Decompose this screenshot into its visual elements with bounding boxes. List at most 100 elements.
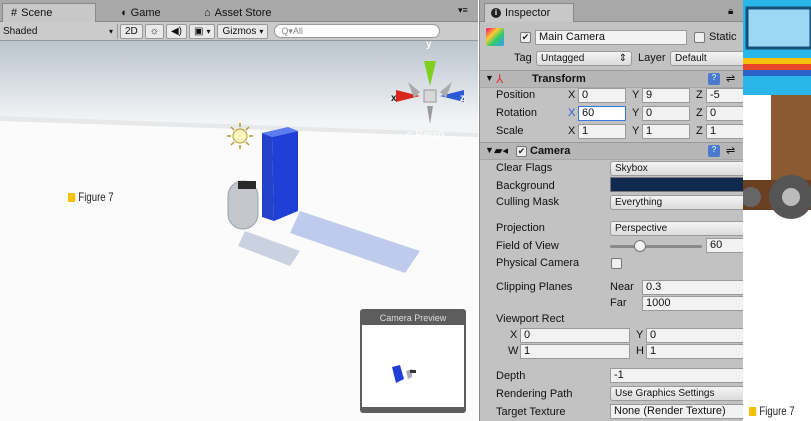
y-axis-label: Y xyxy=(632,107,640,119)
scale-z-field[interactable]: 1 xyxy=(706,124,743,139)
hash-icon: # xyxy=(11,7,18,19)
culling-mask-label: Culling Mask xyxy=(496,196,559,208)
gizmos-dropdown[interactable]: Gizmos ▾ xyxy=(217,23,269,39)
foldout-arrow-icon[interactable]: ▼ xyxy=(485,145,494,155)
figure-illustration: Figure 7 xyxy=(743,0,811,421)
cube-icon xyxy=(486,28,504,46)
lock-icon[interactable]: 🔒︎ xyxy=(728,6,733,17)
projection-dropdown[interactable]: Perspective xyxy=(610,221,743,236)
rendering-path-label: Rendering Path xyxy=(496,388,573,400)
position-label: Position xyxy=(496,89,536,101)
layer-dropdown[interactable]: Default xyxy=(670,51,743,66)
tag-dropdown[interactable]: Untagged ⇕ xyxy=(536,51,632,66)
rotation-z-field[interactable]: 0 xyxy=(706,106,743,121)
viewport-x-field[interactable]: 0 xyxy=(520,328,630,343)
near-clip-field[interactable]: 0.3 xyxy=(642,280,743,295)
rotation-y-field[interactable]: 0 xyxy=(642,106,690,121)
fov-slider-thumb[interactable] xyxy=(634,240,647,252)
culling-mask-dropdown[interactable]: Everything xyxy=(610,195,743,210)
x-axis-label: X xyxy=(568,107,576,119)
target-texture-field[interactable]: None (Render Texture) xyxy=(610,404,743,419)
image-icon: ▣ xyxy=(194,25,204,37)
rotation-x-field[interactable]: 60 xyxy=(578,106,626,121)
x-axis-label: X xyxy=(568,125,576,137)
object-active-checkbox[interactable]: ✔ xyxy=(520,32,531,43)
scale-label: Scale xyxy=(496,125,524,137)
clear-flags-label: Clear Flags xyxy=(496,162,553,174)
inspector-tab-bar: i Inspector 🔒︎ xyxy=(480,0,743,22)
gizmo-x-label: x xyxy=(391,93,397,104)
rotation-label: Rotation xyxy=(496,107,537,119)
fov-slider-track[interactable] xyxy=(610,245,702,248)
speaker-icon: ◀) xyxy=(170,25,182,37)
tab-asset-store[interactable]: ⌂ Asset Store xyxy=(196,3,280,22)
y-axis-label: Y xyxy=(632,89,640,101)
tab-game[interactable]: ◖ Game xyxy=(112,3,169,22)
viewport-y-field[interactable]: 0 xyxy=(646,328,743,343)
physical-camera-checkbox[interactable] xyxy=(611,258,622,269)
camera-enabled-checkbox[interactable]: ✔ xyxy=(516,146,527,157)
info-icon: i xyxy=(491,8,501,18)
tab-scene[interactable]: # Scene xyxy=(2,3,96,22)
target-texture-label: Target Texture xyxy=(496,406,566,418)
capsule-object[interactable] xyxy=(227,180,259,230)
position-y-field[interactable]: 9 xyxy=(642,88,690,103)
clipping-planes-label: Clipping Planes xyxy=(496,281,573,293)
scene-toolbar: Shaded ▾ 2D ☼ ◀) ▣ ▾ Gizmos ▾ Q▾All xyxy=(0,22,478,41)
clear-flags-dropdown[interactable]: Skybox xyxy=(610,161,743,176)
tab-menu-icon[interactable]: ▾≡ xyxy=(458,5,468,16)
viewport-h-field[interactable]: 1 xyxy=(646,344,743,359)
viewport-w-field[interactable]: 1 xyxy=(520,344,630,359)
chevron-down-icon: ▾ xyxy=(206,26,211,36)
lighting-toggle-button[interactable]: ☼ xyxy=(144,23,164,39)
store-icon: ⌂ xyxy=(204,6,211,19)
audio-toggle-button[interactable]: ◀) xyxy=(165,23,187,39)
blue-cube[interactable] xyxy=(262,127,298,221)
layer-label: Layer xyxy=(638,52,666,64)
tab-inspector[interactable]: i Inspector xyxy=(484,3,574,22)
scale-y-field[interactable]: 1 xyxy=(642,124,690,139)
chevron-down-icon: ▾ xyxy=(259,26,264,36)
depth-field[interactable]: -1 xyxy=(610,368,743,383)
camera-preview-window: Camera Preview xyxy=(360,309,466,413)
orientation-gizmo[interactable] xyxy=(396,61,464,124)
viewport-rect-label: Viewport Rect xyxy=(496,313,565,325)
position-x-field[interactable]: 0 xyxy=(578,88,626,103)
scale-x-field[interactable]: 1 xyxy=(578,124,626,139)
perspective-label[interactable]: < Persp xyxy=(406,129,444,141)
camera-preview-image xyxy=(362,325,464,407)
camera-preview-title: Camera Preview xyxy=(379,313,447,323)
scene-search-input[interactable]: Q▾All xyxy=(274,24,441,38)
2d-toggle-button[interactable]: 2D xyxy=(120,23,143,39)
z-axis-label: Z xyxy=(696,107,703,119)
x-axis-label: X xyxy=(568,89,576,101)
settings-icon[interactable]: ⇌ xyxy=(726,72,735,85)
gizmo-z-label: z xyxy=(460,93,465,104)
z-axis-label: Z xyxy=(696,125,703,137)
position-z-field[interactable]: -5 xyxy=(706,88,743,103)
help-icon[interactable]: ? xyxy=(708,73,720,85)
shading-mode-dropdown[interactable]: Shaded ▾ xyxy=(0,23,118,39)
settings-icon[interactable]: ⇌ xyxy=(726,144,735,157)
background-label: Background xyxy=(496,180,555,192)
static-checkbox[interactable] xyxy=(694,32,705,43)
cartoon-vehicle-illustration xyxy=(743,0,811,219)
transform-icon: ⅄ xyxy=(496,72,504,86)
rendering-path-dropdown[interactable]: Use Graphics Settings xyxy=(610,386,743,401)
foldout-arrow-icon[interactable]: ▼ xyxy=(485,73,494,83)
z-axis-label: Z xyxy=(696,89,703,101)
background-color-swatch[interactable] xyxy=(610,177,743,192)
figure-square-icon xyxy=(68,192,76,202)
transform-component-header[interactable]: ▼ ⅄ Transform ? ⇌ xyxy=(480,70,743,88)
chevron-down-icon: ▾ xyxy=(108,26,113,36)
effects-toggle-button[interactable]: ▣ ▾ xyxy=(189,23,216,39)
camera-icon: ▰◂ xyxy=(494,145,508,157)
field-of-view-label: Field of View xyxy=(496,240,559,252)
object-name-field[interactable]: Main Camera xyxy=(535,30,687,45)
far-clip-field[interactable]: 1000 xyxy=(642,296,743,311)
help-icon[interactable]: ? xyxy=(708,145,720,157)
fov-value-field[interactable]: 60 xyxy=(706,238,743,253)
camera-component-header[interactable]: ▼ ▰◂ ✔ Camera ? ⇌ xyxy=(480,142,743,160)
w-axis-label: W xyxy=(508,345,519,357)
figure-label-left: Figure 7 xyxy=(68,190,114,204)
